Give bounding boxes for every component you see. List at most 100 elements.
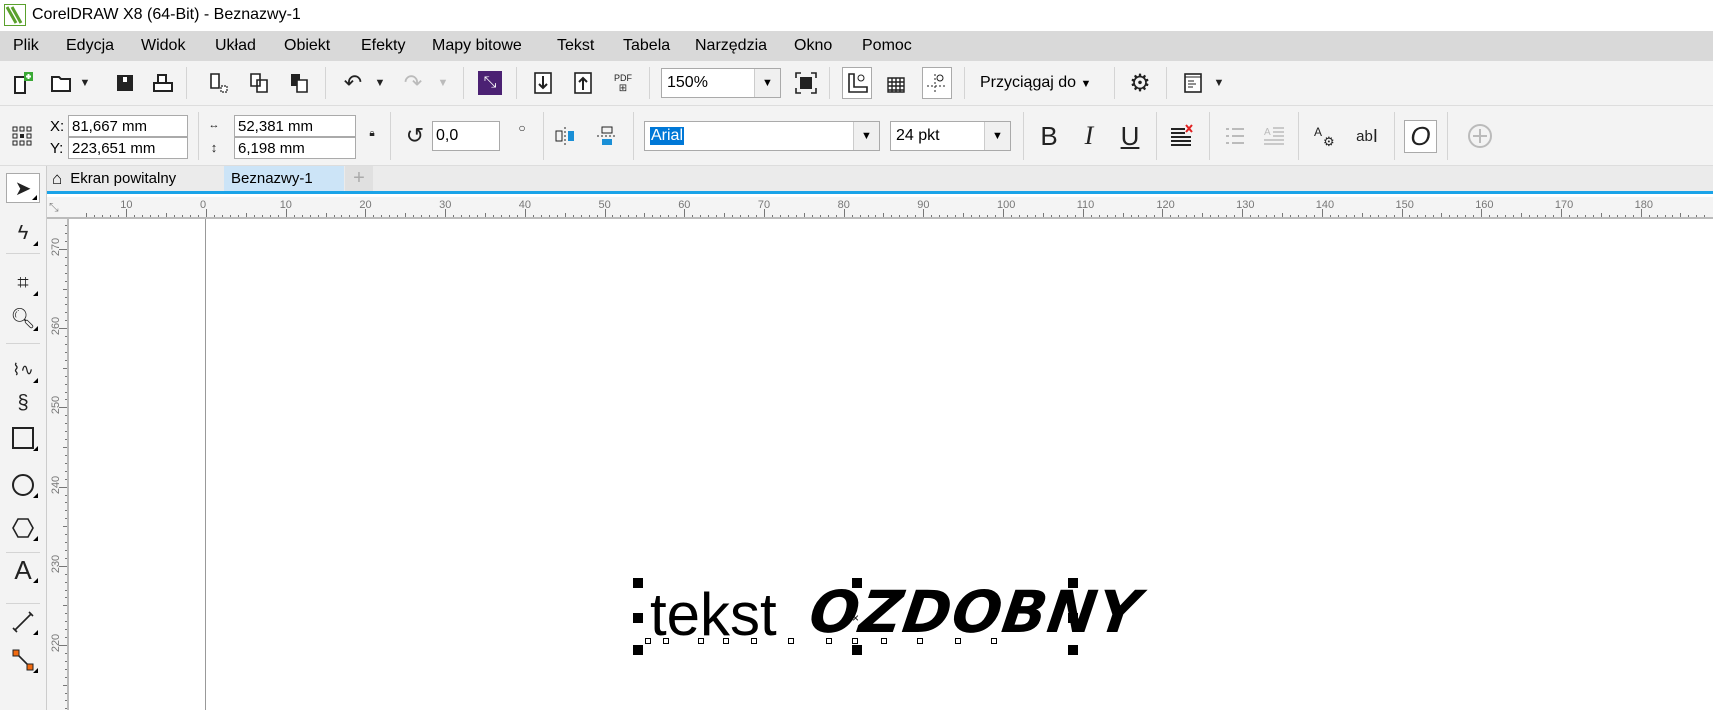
connector-tool-icon[interactable] <box>6 645 40 675</box>
pick-tool-icon[interactable]: ➤ <box>6 173 40 203</box>
print-icon[interactable] <box>150 69 176 97</box>
launcher-dropdown-arrow[interactable]: ▼ <box>1212 69 1226 97</box>
selection-handle[interactable] <box>633 645 643 655</box>
selection-handle[interactable] <box>633 578 643 588</box>
artistic-media-tool-icon[interactable]: § <box>6 388 40 418</box>
zoom-level-combo[interactable]: 150% ▼ <box>661 68 781 98</box>
selection-handle[interactable] <box>852 645 862 655</box>
menu-pomoc[interactable]: Pomoc <box>862 37 912 55</box>
redo-icon[interactable]: ↷ <box>400 69 426 97</box>
text-alignment-icon[interactable] <box>1169 121 1195 151</box>
text-node[interactable] <box>645 638 651 644</box>
menu-okno[interactable]: Okno <box>794 37 832 55</box>
text-node[interactable] <box>852 638 858 644</box>
text-node[interactable] <box>955 638 961 644</box>
text-node[interactable] <box>788 638 794 644</box>
drawing-canvas[interactable]: tekst OZDOBNY × <box>69 219 1713 710</box>
save-icon[interactable] <box>112 69 138 97</box>
chevron-down-icon[interactable]: ▼ <box>754 69 780 97</box>
freehand-tool-icon[interactable]: ⌇∿ <box>6 355 40 385</box>
ruler-origin-icon[interactable]: ⤡ <box>49 200 59 215</box>
add-icon[interactable] <box>1466 122 1494 150</box>
add-tab-button[interactable]: + <box>345 166 373 191</box>
text-tool-icon[interactable]: A <box>6 555 40 585</box>
show-rulers-icon[interactable] <box>842 67 872 99</box>
menu-widok[interactable]: Widok <box>141 37 185 55</box>
height-input[interactable]: 6,198 mm <box>234 137 356 159</box>
open-dropdown-arrow[interactable]: ▼ <box>78 69 92 97</box>
polygon-tool-icon[interactable] <box>6 513 40 543</box>
shape-tool-icon[interactable]: ϟ <box>6 218 40 248</box>
redo-dropdown-arrow[interactable]: ▼ <box>436 69 450 97</box>
snap-to-button[interactable]: Przyciągaj do ▼ <box>980 74 1091 92</box>
selection-handle[interactable] <box>633 613 643 623</box>
width-input[interactable]: 52,381 mm <box>234 115 356 137</box>
bullet-list-icon[interactable] <box>1222 121 1248 151</box>
selection-handle[interactable] <box>1068 645 1078 655</box>
import-icon[interactable] <box>530 69 556 97</box>
selection-handle[interactable] <box>1068 578 1078 588</box>
text-object-plain[interactable]: tekst <box>650 585 777 645</box>
menu-obiekt[interactable]: Obiekt <box>284 37 330 55</box>
selection-handle[interactable] <box>1068 613 1078 623</box>
publish-pdf-icon[interactable]: PDF ⊞ <box>610 69 636 97</box>
rotation-angle-input[interactable]: 0,0 <box>432 121 500 151</box>
copy-icon[interactable] <box>246 69 272 97</box>
gear-icon[interactable]: ⚙ <box>1127 69 1153 97</box>
bold-button[interactable]: B <box>1036 121 1062 151</box>
tab-ekran-powitalny[interactable]: ⌂ Ekran powitalny <box>47 166 217 191</box>
crop-tool-icon[interactable]: ⌗ <box>6 268 40 298</box>
chevron-down-icon[interactable]: ▼ <box>984 122 1010 150</box>
menu-uklad[interactable]: Układ <box>215 37 256 55</box>
show-guidelines-icon[interactable] <box>922 67 952 99</box>
menu-plik[interactable]: Plik <box>13 37 39 55</box>
cut-icon[interactable] <box>205 69 231 97</box>
underline-button[interactable]: U <box>1117 121 1143 151</box>
object-origin-icon[interactable] <box>10 124 34 148</box>
lock-ratio-icon[interactable]: 🔒︎ <box>366 126 378 140</box>
application-launcher-icon[interactable] <box>1180 69 1206 97</box>
text-properties-icon[interactable]: A ⚙ <box>1312 121 1338 151</box>
menu-edycja[interactable]: Edycja <box>66 37 114 55</box>
font-size-combo[interactable]: 24 pkt ▼ <box>890 121 1011 151</box>
text-node[interactable] <box>751 638 757 644</box>
open-folder-icon[interactable] <box>48 69 74 97</box>
dimension-tool-icon[interactable] <box>6 607 40 637</box>
undo-dropdown-arrow[interactable]: ▼ <box>373 69 387 97</box>
x-position-input[interactable]: 81,667 mm <box>68 115 188 137</box>
menu-efekty[interactable]: Efekty <box>361 37 405 55</box>
selection-handle[interactable] <box>852 578 862 588</box>
ellipse-tool-icon[interactable] <box>6 470 40 500</box>
full-screen-icon[interactable] <box>793 69 819 97</box>
rectangle-tool-icon[interactable] <box>6 423 40 453</box>
text-node[interactable] <box>917 638 923 644</box>
menu-tabela[interactable]: Tabela <box>623 37 670 55</box>
font-list-combo[interactable]: Arial ▼ <box>644 121 880 151</box>
text-node[interactable] <box>881 638 887 644</box>
edit-text-button[interactable]: ab I <box>1352 121 1382 151</box>
show-grid-icon[interactable] <box>883 69 909 97</box>
menu-mapy-bitowe[interactable]: Mapy bitowe <box>432 37 522 55</box>
new-document-icon[interactable] <box>10 69 36 97</box>
chevron-down-icon[interactable]: ▼ <box>853 122 879 150</box>
zoom-tool-icon[interactable]: 🔍︎ <box>6 303 40 333</box>
tab-beznazwy-1[interactable]: Beznazwy-1 <box>224 166 344 191</box>
export-icon[interactable] <box>570 69 596 97</box>
text-node[interactable] <box>663 638 669 644</box>
text-node[interactable] <box>698 638 704 644</box>
horizontal-ruler[interactable]: 10 0 10 20 30 40 50 60 70 80 90 100 110 120 130 140 150 1… <box>47 197 1713 219</box>
paste-icon[interactable] <box>286 69 312 97</box>
italic-button[interactable]: I <box>1076 121 1102 151</box>
undo-icon[interactable]: ↶ <box>340 69 366 97</box>
menu-narzedzia[interactable]: Narzędzia <box>695 37 767 55</box>
drop-cap-icon[interactable]: A <box>1261 121 1287 151</box>
vertical-ruler[interactable]: 270 260 250 240 230 220 <box>47 219 69 710</box>
mirror-vertical-icon[interactable] <box>594 122 620 150</box>
search-content-icon[interactable]: ⤡ <box>478 71 502 95</box>
text-node[interactable] <box>991 638 997 644</box>
menu-tekst[interactable]: Tekst <box>557 37 594 55</box>
text-node[interactable] <box>723 638 729 644</box>
opentype-icon[interactable]: O <box>1404 120 1437 153</box>
y-position-input[interactable]: 223,651 mm <box>68 137 188 159</box>
text-node[interactable] <box>826 638 832 644</box>
